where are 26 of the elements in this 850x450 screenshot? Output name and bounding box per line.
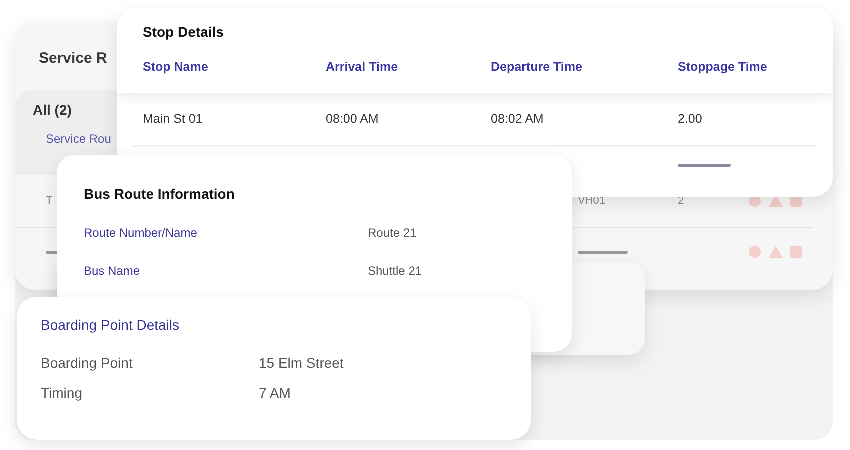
table-cell: Main St 01	[143, 112, 203, 126]
field-label: Boarding Point	[41, 355, 133, 371]
loading-bar	[678, 164, 731, 166]
column-header: Stop Name	[143, 60, 208, 74]
card-title: Service R	[39, 50, 108, 69]
field-label: Route Number/Name	[84, 226, 198, 240]
column-header: Stoppage Time	[678, 60, 768, 74]
card-title: Bus Route Information	[84, 186, 235, 202]
card-title: Stop Details	[143, 24, 224, 40]
table-cell: 08:00 AM	[326, 112, 379, 126]
table-cell: 08:02 AM	[491, 112, 544, 126]
field-label: Timing	[41, 385, 82, 401]
field-value: Shuttle 21	[368, 264, 422, 278]
column-header: Arrival Time	[326, 60, 398, 74]
action-icons[interactable]	[748, 245, 804, 259]
loading-bar	[578, 250, 628, 254]
field-value: 7 AM	[259, 385, 291, 401]
table-cell: T	[46, 195, 53, 207]
column-header: Service Rou	[46, 132, 112, 146]
field-value: 15 Elm Street	[259, 355, 344, 371]
field-value: Route 21	[368, 226, 417, 240]
filter-tab[interactable]: All (2)	[33, 102, 72, 118]
card-title: Boarding Point Details	[41, 317, 180, 333]
table-cell: 2.00	[678, 112, 702, 126]
field-label: Bus Name	[84, 264, 140, 278]
column-header: Departure Time	[491, 60, 582, 74]
